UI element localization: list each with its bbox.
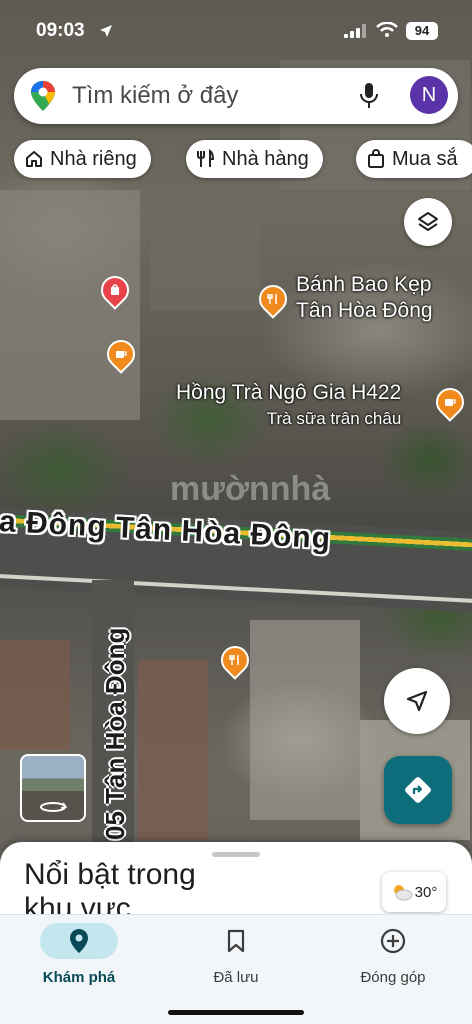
map-building [0, 640, 70, 750]
nav-icon-wrap [354, 923, 432, 959]
status-bar: 09:03 94 [0, 0, 472, 56]
weather-badge[interactable]: 30° [382, 872, 446, 912]
nav-label: Khám phá [42, 969, 116, 986]
nav-icon-wrap [40, 923, 118, 959]
search-placeholder[interactable]: Tìm kiếm ở đây [72, 82, 238, 110]
restaurant-pin-icon[interactable] [215, 640, 255, 680]
nav-label: Đóng góp [360, 969, 426, 986]
chip-label: Mua sắ [392, 147, 458, 170]
nav-contribute[interactable]: Đóng góp [328, 923, 458, 986]
map-building [250, 620, 360, 820]
map-building [138, 660, 208, 840]
signal-icon [344, 24, 366, 38]
search-bar[interactable]: Tìm kiếm ở đây N [14, 68, 458, 124]
maps-logo-icon [31, 81, 55, 111]
wifi-icon [376, 22, 398, 37]
place-subtitle: Trà sữa trân châu [266, 409, 402, 428]
user-avatar[interactable]: N [410, 76, 448, 114]
place-name-line1: Bánh Bao Kẹp [296, 273, 432, 296]
my-location-button[interactable] [384, 668, 450, 734]
cafe-pin-icon[interactable] [430, 382, 470, 422]
location-arrow-icon [100, 25, 112, 37]
explore-sheet[interactable]: Nổi bật trong khu vực 30° [0, 842, 472, 922]
restaurant-icon [197, 149, 215, 167]
temperature: 30° [414, 883, 438, 901]
shopping-bag-icon [368, 149, 384, 168]
chip-home[interactable]: Nhà riêng [14, 140, 151, 178]
directions-button[interactable] [384, 756, 452, 824]
place-label-banh-bao[interactable]: Bánh Bao Kẹp Tân Hòa Đông [296, 272, 433, 324]
street-label-side: 05 Tân Hòa Đông [100, 627, 130, 840]
battery-indicator: 94 [406, 22, 438, 40]
street-view-icon [40, 802, 68, 812]
partly-cloudy-icon [393, 885, 413, 901]
map-building [150, 200, 260, 310]
street-view-thumbnail[interactable] [20, 754, 86, 822]
explore-pin-icon [70, 929, 88, 953]
add-circle-icon [380, 928, 406, 954]
place-name: Hồng Trà Ngô Gia H422 [176, 381, 402, 404]
place-label-hong-tra[interactable]: Hồng Trà Ngô Gia H422 Trà sữa trân châu [176, 380, 401, 432]
chip-label: Nhà hàng [222, 147, 309, 170]
bookmark-icon [227, 929, 245, 953]
chip-restaurants[interactable]: Nhà hàng [186, 140, 323, 178]
nav-explore[interactable]: Khám phá [14, 923, 144, 986]
sheet-title: Nổi bật trong khu vực [24, 858, 196, 922]
layers-button[interactable] [404, 198, 452, 246]
chip-label: Nhà riêng [50, 147, 137, 170]
nav-icon-wrap [197, 923, 275, 959]
sheet-handle[interactable] [212, 852, 260, 857]
layers-icon [418, 212, 438, 231]
directions-icon [405, 777, 431, 803]
chip-shopping[interactable]: Mua sắ [356, 140, 472, 178]
watermark-text: mườnnhà [170, 470, 331, 508]
home-icon [26, 151, 42, 167]
navigation-arrow-icon [406, 690, 428, 712]
microphone-icon[interactable] [358, 82, 380, 110]
home-indicator[interactable] [168, 1010, 304, 1015]
status-time: 09:03 [36, 20, 85, 41]
bottom-navigation: Khám phá Đã lưu Đóng góp [0, 914, 472, 1024]
nav-saved[interactable]: Đã lưu [171, 923, 301, 986]
nav-label: Đã lưu [213, 969, 259, 986]
place-name-line2: Tân Hòa Đông [296, 299, 433, 322]
